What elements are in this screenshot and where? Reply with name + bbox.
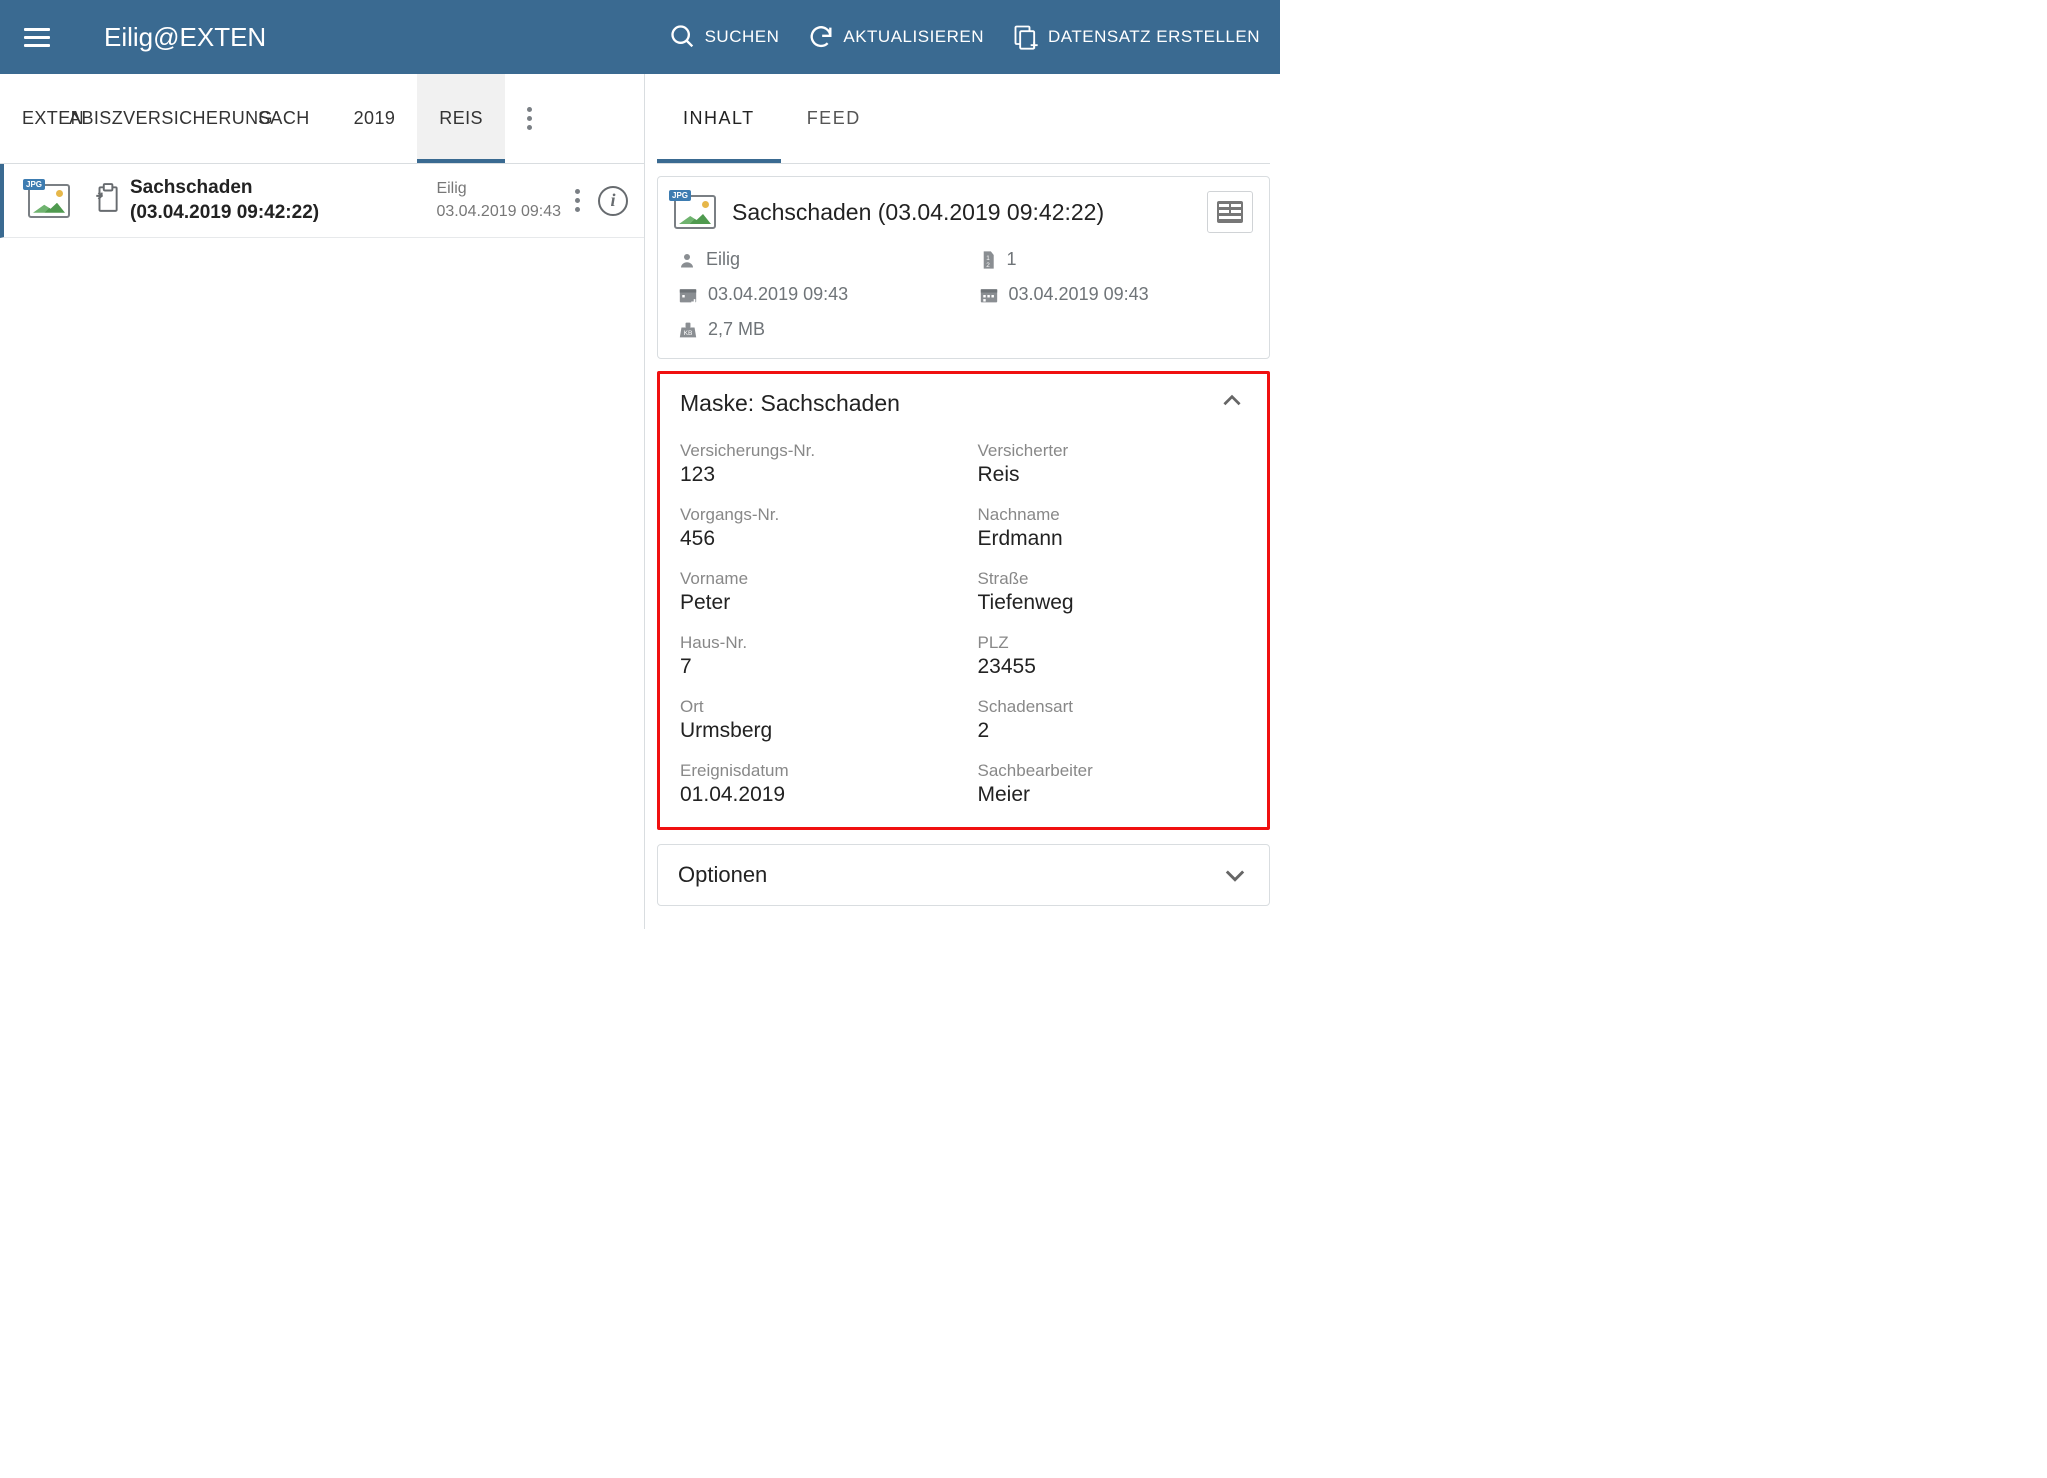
- tab-feed[interactable]: FEED: [781, 74, 887, 163]
- document-timestamp: 03.04.2019 09:43: [436, 201, 561, 223]
- vertical-dots-icon: [527, 107, 532, 130]
- refresh-label: AKTUALISIEREN: [843, 27, 984, 47]
- summary-title: Sachschaden (03.04.2019 09:42:22): [732, 199, 1207, 226]
- refresh-button[interactable]: AKTUALISIEREN: [807, 23, 984, 51]
- fld-value: Reis: [978, 463, 1246, 487]
- chevron-down-icon: [1221, 861, 1249, 889]
- fld-value: 23455: [978, 655, 1246, 679]
- summary-jpg-icon: JPG: [674, 195, 716, 229]
- tab-inhalt[interactable]: INHALT: [657, 74, 781, 163]
- summary-modified: 03.04.2019 09:43: [1009, 284, 1149, 305]
- fld-label: Versicherter: [978, 441, 1246, 461]
- fld-label: Straße: [978, 569, 1246, 589]
- tab-2019[interactable]: 2019: [332, 74, 418, 163]
- svg-text:1: 1: [986, 255, 990, 262]
- fld-value: 2: [978, 719, 1246, 743]
- form-icon: [1217, 201, 1243, 223]
- menu-icon[interactable]: [20, 22, 54, 53]
- fld-label: Ort: [680, 697, 948, 717]
- fld-label: Haus-Nr.: [680, 633, 948, 653]
- summary-created: 03.04.2019 09:43: [708, 284, 848, 305]
- fld-label: Vorname: [680, 569, 948, 589]
- fld-label: Ereignisdatum: [680, 761, 948, 781]
- search-label: SUCHEN: [705, 27, 780, 47]
- user-icon: [678, 251, 696, 269]
- fld-value: Peter: [680, 591, 948, 615]
- fld-value: 01.04.2019: [680, 783, 948, 807]
- app-title: Eilig@EXTEN: [104, 22, 266, 53]
- app-header: Eilig@EXTEN SUCHEN AKTUALISIEREN DATENSA…: [0, 0, 1280, 74]
- chevron-up-icon: [1219, 388, 1245, 414]
- fld-value: 456: [680, 527, 948, 551]
- fld-value: 7: [680, 655, 948, 679]
- mask-section: Maske: Sachschaden Versicherungs-Nr.123 …: [657, 371, 1270, 830]
- svg-text:KB: KB: [684, 329, 693, 336]
- thumbnail-jpg-icon: JPG: [28, 184, 70, 218]
- fld-label: Nachname: [978, 505, 1246, 525]
- summary-owner: Eilig: [706, 249, 740, 270]
- mask-grid: Versicherungs-Nr.123 VersicherterReis Vo…: [660, 427, 1267, 827]
- options-label: Optionen: [678, 862, 767, 888]
- tab-abiszversicherung[interactable]: ABISZVERSICHERUNG: [106, 74, 236, 163]
- right-pane: INHALT FEED JPG Sachschaden (03.04.2019 …: [645, 74, 1280, 929]
- breadcrumb-tabbar: EXTEN ABISZVERSICHERUNG SACH 2019 REIS: [0, 74, 644, 164]
- tab-reis[interactable]: REIS: [417, 74, 505, 163]
- new-record-label: DATENSATZ ERSTELLEN: [1048, 27, 1260, 47]
- tab-sach[interactable]: SACH: [236, 74, 332, 163]
- fld-value: Urmsberg: [680, 719, 948, 743]
- fld-label: Sachbearbeiter: [978, 761, 1246, 781]
- collapse-button[interactable]: [1219, 388, 1245, 419]
- detail-tabbar: INHALT FEED: [657, 74, 1270, 164]
- document-title-line1: Sachschaden: [130, 177, 253, 198]
- tab-overflow-button[interactable]: [505, 74, 555, 163]
- search-icon: [669, 23, 697, 51]
- form-view-button[interactable]: [1207, 191, 1253, 233]
- fld-value: 123: [680, 463, 948, 487]
- inbox-icon: [94, 183, 120, 218]
- modified-date-icon: [979, 286, 999, 304]
- fld-value: Erdmann: [978, 527, 1246, 551]
- search-button[interactable]: SUCHEN: [669, 23, 780, 51]
- summary-version: 1: [1007, 249, 1017, 270]
- fld-label: Vorgangs-Nr.: [680, 505, 948, 525]
- new-record-icon: [1012, 23, 1040, 51]
- summary-card: JPG Sachschaden (03.04.2019 09:42:22) Ei…: [657, 176, 1270, 359]
- created-date-icon: [678, 286, 698, 304]
- fld-label: Schadensart: [978, 697, 1246, 717]
- version-icon: 12: [979, 250, 997, 270]
- fld-value: Tiefenweg: [978, 591, 1246, 615]
- svg-text:2: 2: [986, 262, 990, 269]
- document-row[interactable]: JPG Sachschaden (03.04.2019 09:42:22) Ei…: [0, 164, 644, 238]
- left-pane: EXTEN ABISZVERSICHERUNG SACH 2019 REIS J…: [0, 74, 645, 929]
- document-title-line2: (03.04.2019 09:42:22): [130, 202, 319, 223]
- new-record-button[interactable]: DATENSATZ ERSTELLEN: [1012, 23, 1260, 51]
- filesize-icon: KB: [678, 321, 698, 339]
- fld-label: Versicherungs-Nr.: [680, 441, 948, 461]
- fld-label: PLZ: [978, 633, 1246, 653]
- fld-value: Meier: [978, 783, 1246, 807]
- document-owner: Eilig: [436, 178, 561, 200]
- summary-size: 2,7 MB: [708, 319, 765, 340]
- options-section[interactable]: Optionen: [657, 844, 1270, 906]
- document-more-button[interactable]: [575, 189, 580, 212]
- info-button[interactable]: i: [598, 186, 628, 216]
- refresh-icon: [807, 23, 835, 51]
- mask-heading: Maske: Sachschaden: [680, 390, 900, 417]
